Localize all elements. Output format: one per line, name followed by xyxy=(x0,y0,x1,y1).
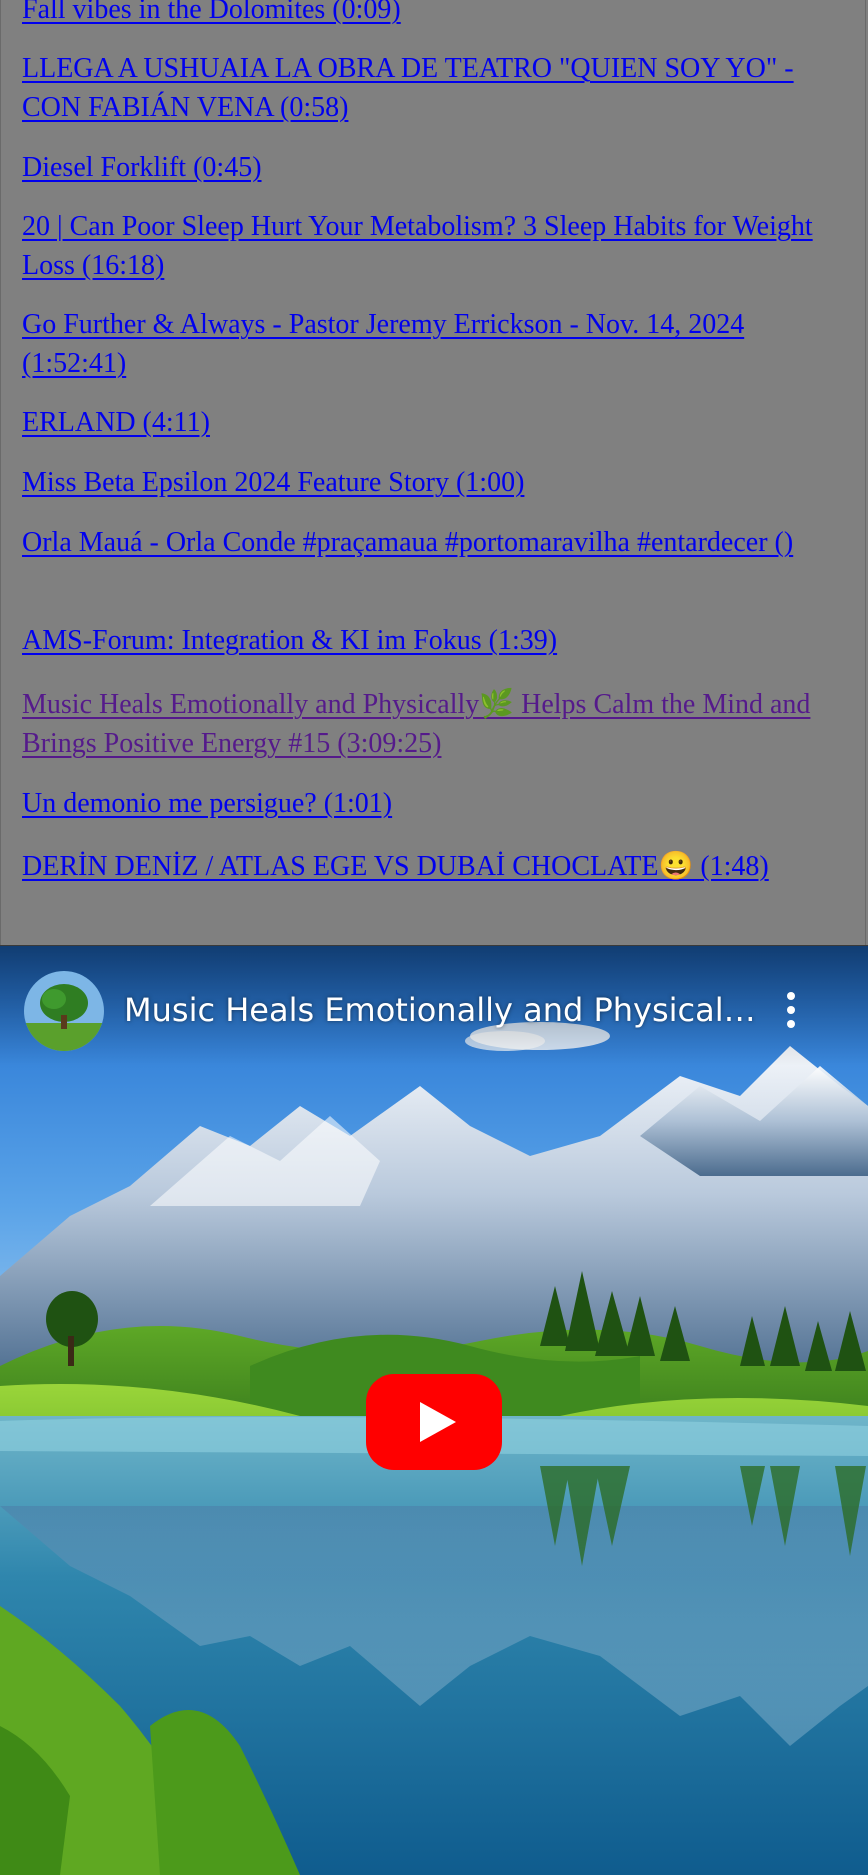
video-link[interactable]: Un demonio me persigue? (1:01) xyxy=(22,784,842,823)
video-link[interactable]: Orla Mauá - Orla Conde #praçamaua #porto… xyxy=(22,523,842,562)
video-link[interactable]: LLEGA A USHUAIA LA OBRA DE TEATRO "QUIEN… xyxy=(22,49,842,127)
video-title[interactable]: Music Heals Emotionally and Physically🌿 … xyxy=(124,990,756,1030)
video-link[interactable]: Fall vibes in the Dolomites (0:09) xyxy=(22,0,842,29)
video-link[interactable]: ERLAND (4:11) xyxy=(22,403,842,442)
tree-avatar-icon[interactable] xyxy=(24,971,104,1051)
youtube-play-icon[interactable] xyxy=(366,1374,502,1470)
video-link[interactable]: Miss Beta Epsilon 2024 Feature Story (1:… xyxy=(22,463,842,502)
more-vertical-icon[interactable] xyxy=(776,988,808,1032)
video-list: Fall vibes in the Dolomites (0:09) LLEGA… xyxy=(0,0,866,945)
video-link[interactable]: DERİN DENİZ / ATLAS EGE VS DUBAİ CHOCLAT… xyxy=(22,847,842,886)
video-link[interactable]: AMS-Forum: Integration & KI im Fokus (1:… xyxy=(22,621,842,660)
video-link-visited[interactable]: Music Heals Emotionally and Physically🌿 … xyxy=(22,685,842,763)
video-link[interactable]: 20 | Can Poor Sleep Hurt Your Metabolism… xyxy=(22,207,842,285)
video-link[interactable]: Go Further & Always - Pastor Jeremy Erri… xyxy=(22,305,842,383)
video-player[interactable]: Music Heals Emotionally and Physically🌿 … xyxy=(0,945,868,1875)
video-link[interactable]: Diesel Forklift (0:45) xyxy=(22,148,842,187)
